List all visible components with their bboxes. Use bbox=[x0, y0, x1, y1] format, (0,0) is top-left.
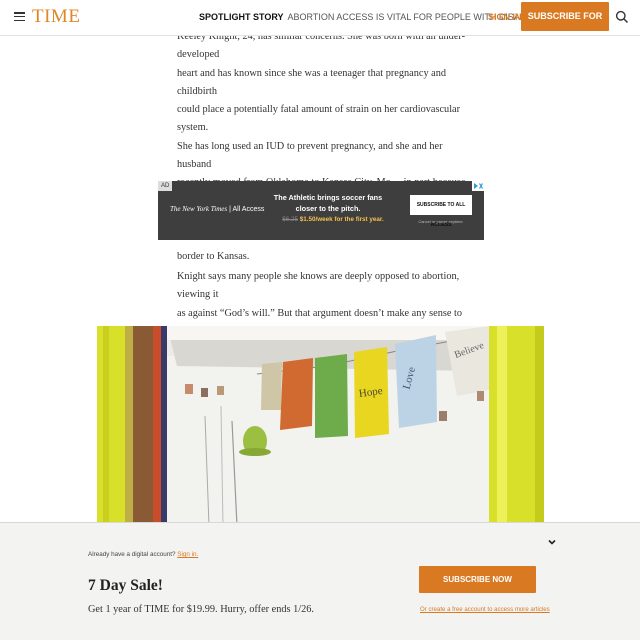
article-line: border to Kansas. bbox=[177, 250, 250, 262]
flag-cream bbox=[261, 362, 282, 410]
already-account-text: Already have a digital account? Sign in. bbox=[88, 551, 198, 558]
search-icon[interactable] bbox=[615, 10, 629, 24]
subscribe-button[interactable]: SUBSCRIBE FOR $19.99 bbox=[521, 2, 609, 50]
flag-green bbox=[315, 354, 348, 438]
time-logo[interactable]: TIME bbox=[32, 6, 80, 28]
article-photo: Hope Love Believe bbox=[97, 326, 544, 526]
ad-title: The Athletic brings soccer fans closer t… bbox=[273, 193, 383, 213]
ad-price-old: $6.25 bbox=[282, 216, 298, 223]
article-line: She has long used an IUD to prevent preg… bbox=[177, 140, 443, 171]
article-line: could place a potentially fatal amount o… bbox=[177, 104, 461, 134]
ad-brand-all-access: All Access bbox=[232, 206, 265, 213]
sale-title: 7 Day Sale! bbox=[88, 577, 163, 594]
already-account-label: Already have a digital account? bbox=[88, 551, 176, 558]
site-header: TIME SPOTLIGHT STORY ABORTION ACCESS IS … bbox=[0, 0, 640, 50]
advertisement[interactable]: AD The New York Times | All Access The A… bbox=[158, 181, 484, 240]
menu-icon[interactable] bbox=[14, 12, 25, 22]
ad-price: $6.25 $1.50/week for the first year. bbox=[278, 216, 388, 223]
ad-choices-close-icon[interactable] bbox=[472, 181, 484, 191]
ad-price-new: $1.50/week for the first year. bbox=[299, 216, 384, 223]
article-line: Knight says many people she knows are de… bbox=[177, 271, 460, 301]
ad-label: AD bbox=[158, 181, 173, 191]
article-line: heart and has known since she was a teen… bbox=[177, 67, 447, 97]
spotlight-kicker: SPOTLIGHT STORY bbox=[199, 12, 284, 22]
nyt-wordmark: The New York Times bbox=[170, 205, 228, 213]
ad-subscribe-button[interactable]: SUBSCRIBE TO ALL ACCESS bbox=[410, 195, 472, 228]
flag-orange bbox=[280, 358, 313, 430]
banner-sign-in-link[interactable]: Sign in. bbox=[177, 551, 198, 558]
ad-cancel-note: Cancel or pause anytime. bbox=[418, 219, 464, 224]
free-account-link[interactable]: Or create a free account to access more … bbox=[420, 606, 550, 613]
subscription-banner: Already have a digital account? Sign in.… bbox=[0, 522, 640, 640]
sale-description: Get 1 year of TIME for $19.99. Hurry, of… bbox=[88, 604, 314, 615]
chevron-down-icon[interactable] bbox=[547, 537, 557, 547]
photo-illustration: Hope Love Believe bbox=[97, 326, 544, 526]
sign-in-link[interactable]: SIGN IN bbox=[488, 12, 522, 22]
subscribe-now-button[interactable]: SUBSCRIBE NOW bbox=[419, 566, 536, 593]
ad-brand: The New York Times | All Access bbox=[170, 205, 264, 213]
